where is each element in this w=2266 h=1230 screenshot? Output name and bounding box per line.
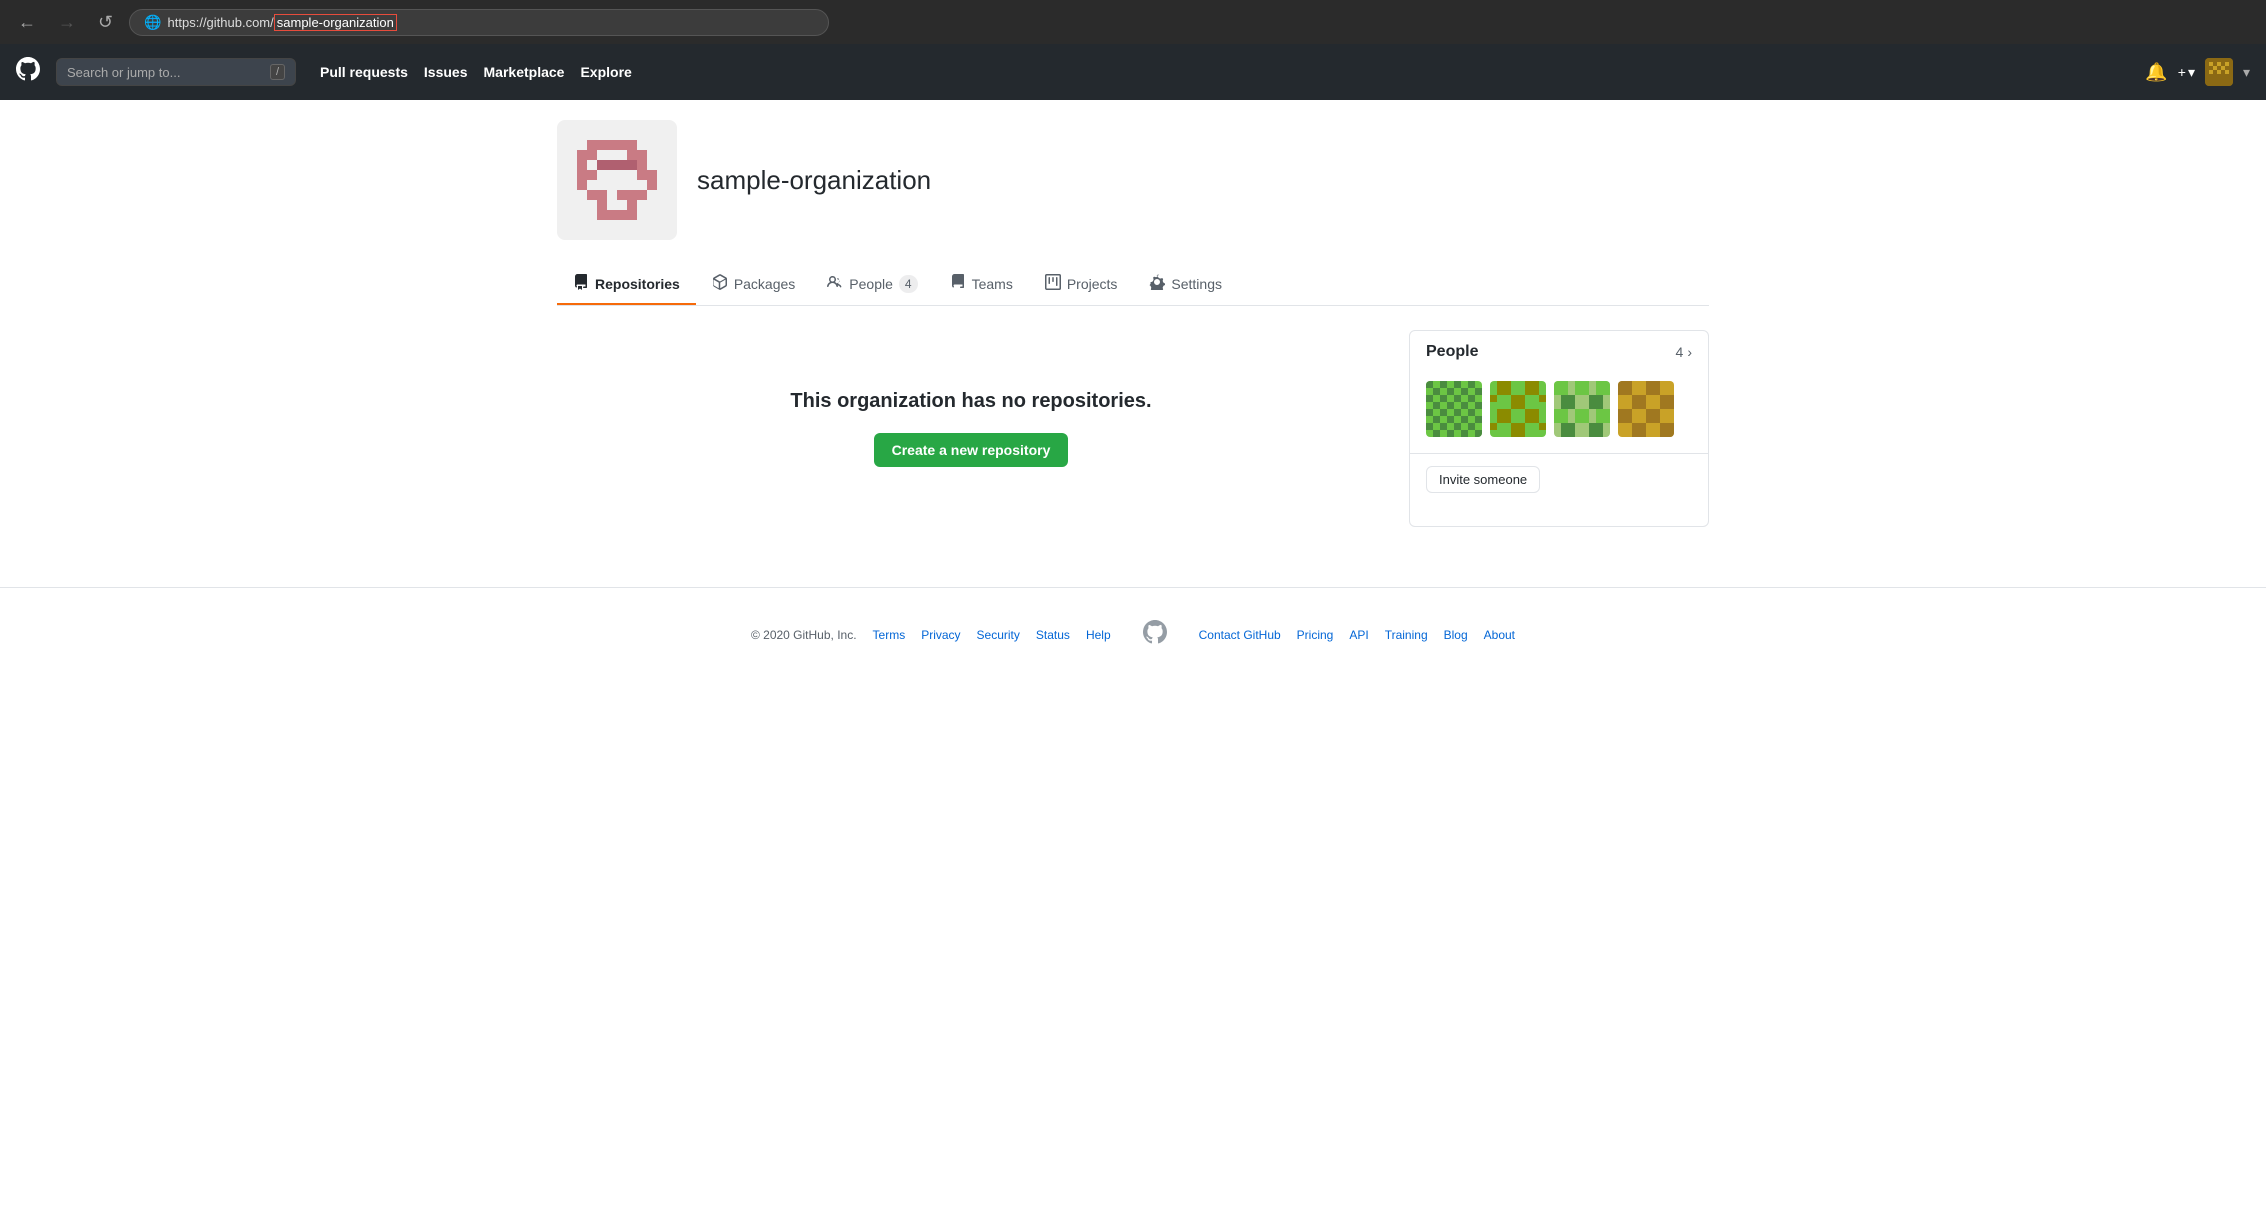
github-logo[interactable] (16, 57, 40, 88)
nav-pull-requests[interactable]: Pull requests (320, 64, 408, 80)
org-name: sample-organization (697, 165, 931, 196)
projects-icon (1045, 274, 1061, 293)
footer-link-blog[interactable]: Blog (1444, 628, 1468, 642)
footer-wrapper: © 2020 GitHub, Inc. Terms Privacy Securi… (24, 620, 2242, 650)
tab-settings[interactable]: Settings (1133, 264, 1238, 305)
footer-content: © 2020 GitHub, Inc. Terms Privacy Securi… (0, 587, 2266, 682)
invite-someone-button[interactable]: Invite someone (1426, 466, 1540, 493)
new-item-button[interactable]: + ▾ (2178, 64, 2195, 81)
avatar-chevron[interactable]: ▾ (2243, 64, 2250, 81)
footer-left: © 2020 GitHub, Inc. Terms Privacy Securi… (751, 628, 1111, 642)
footer-link-terms[interactable]: Terms (873, 628, 906, 642)
footer-link-security[interactable]: Security (977, 628, 1020, 642)
repo-icon (573, 274, 589, 293)
create-repo-button[interactable]: Create a new repository (874, 433, 1069, 467)
people-sidebar-title: People (1426, 343, 1478, 361)
tab-packages[interactable]: Packages (696, 264, 811, 305)
people-avatars (1410, 373, 1708, 453)
people-count-link[interactable]: 4 › (1676, 344, 1692, 360)
footer-link-training[interactable]: Training (1385, 628, 1428, 642)
nav-actions: 🔔 + ▾ ▾ (2145, 58, 2250, 86)
repositories-panel: This organization has no repositories. C… (557, 330, 1385, 527)
package-icon (712, 274, 728, 293)
tab-people[interactable]: People 4 (811, 264, 933, 305)
github-navbar: Search or jump to... / Pull requests Iss… (0, 44, 2266, 100)
tab-teams[interactable]: Teams (934, 264, 1029, 305)
footer-link-status[interactable]: Status (1036, 628, 1070, 642)
footer-right: Contact GitHub Pricing API Training Blog… (1199, 628, 1515, 642)
browser-chrome: ← → ↺ 🌐 https://github.com/sample-organi… (0, 0, 2266, 44)
people-sidebar: People 4 › (1409, 330, 1709, 527)
content-area: This organization has no repositories. C… (557, 330, 1709, 527)
search-kbd: / (270, 64, 285, 80)
org-tabs: Repositories Packages People 4 (557, 264, 1709, 306)
reload-button[interactable]: ↺ (92, 10, 119, 35)
member-avatar-1[interactable] (1426, 381, 1482, 437)
org-avatar (557, 120, 677, 240)
address-bar[interactable]: 🌐 https://github.com/sample-organization (129, 9, 829, 36)
page-footer: © 2020 GitHub, Inc. Terms Privacy Securi… (0, 587, 2266, 682)
footer-link-contact[interactable]: Contact GitHub (1199, 628, 1281, 642)
people-sidebar-footer: Invite someone (1410, 453, 1708, 505)
teams-icon (950, 274, 966, 293)
people-count: 4 (899, 275, 918, 293)
notifications-bell[interactable]: 🔔 (2145, 62, 2167, 83)
user-avatar[interactable] (2205, 58, 2233, 86)
footer-link-privacy[interactable]: Privacy (921, 628, 960, 642)
member-avatar-4[interactable] (1618, 381, 1674, 437)
people-sidebar-header: People 4 › (1410, 331, 1708, 373)
footer-link-about[interactable]: About (1484, 628, 1515, 642)
member-avatar-2[interactable] (1490, 381, 1546, 437)
footer-link-api[interactable]: API (1349, 628, 1368, 642)
org-header: sample-organization (557, 120, 1709, 240)
main-content: sample-organization Repositories Package… (533, 100, 1733, 547)
footer-link-help[interactable]: Help (1086, 628, 1111, 642)
member-avatar-3[interactable] (1554, 381, 1610, 437)
tab-projects[interactable]: Projects (1029, 264, 1134, 305)
nav-marketplace[interactable]: Marketplace (484, 64, 565, 80)
search-input[interactable]: Search or jump to... / (56, 58, 296, 86)
settings-icon (1149, 274, 1165, 293)
url-text: https://github.com/sample-organization (168, 15, 397, 30)
nav-explore[interactable]: Explore (580, 64, 631, 80)
nav-links: Pull requests Issues Marketplace Explore (320, 64, 632, 80)
people-icon (827, 274, 843, 293)
footer-center (1143, 620, 1167, 650)
globe-icon: 🌐 (144, 14, 161, 31)
tab-repositories[interactable]: Repositories (557, 264, 696, 305)
copyright-text: © 2020 GitHub, Inc. (751, 628, 857, 642)
forward-button[interactable]: → (52, 10, 82, 35)
nav-issues[interactable]: Issues (424, 64, 468, 80)
empty-message: This organization has no repositories. (790, 390, 1151, 413)
footer-link-pricing[interactable]: Pricing (1297, 628, 1334, 642)
back-button[interactable]: ← (12, 10, 42, 35)
footer-github-logo (1143, 620, 1167, 650)
